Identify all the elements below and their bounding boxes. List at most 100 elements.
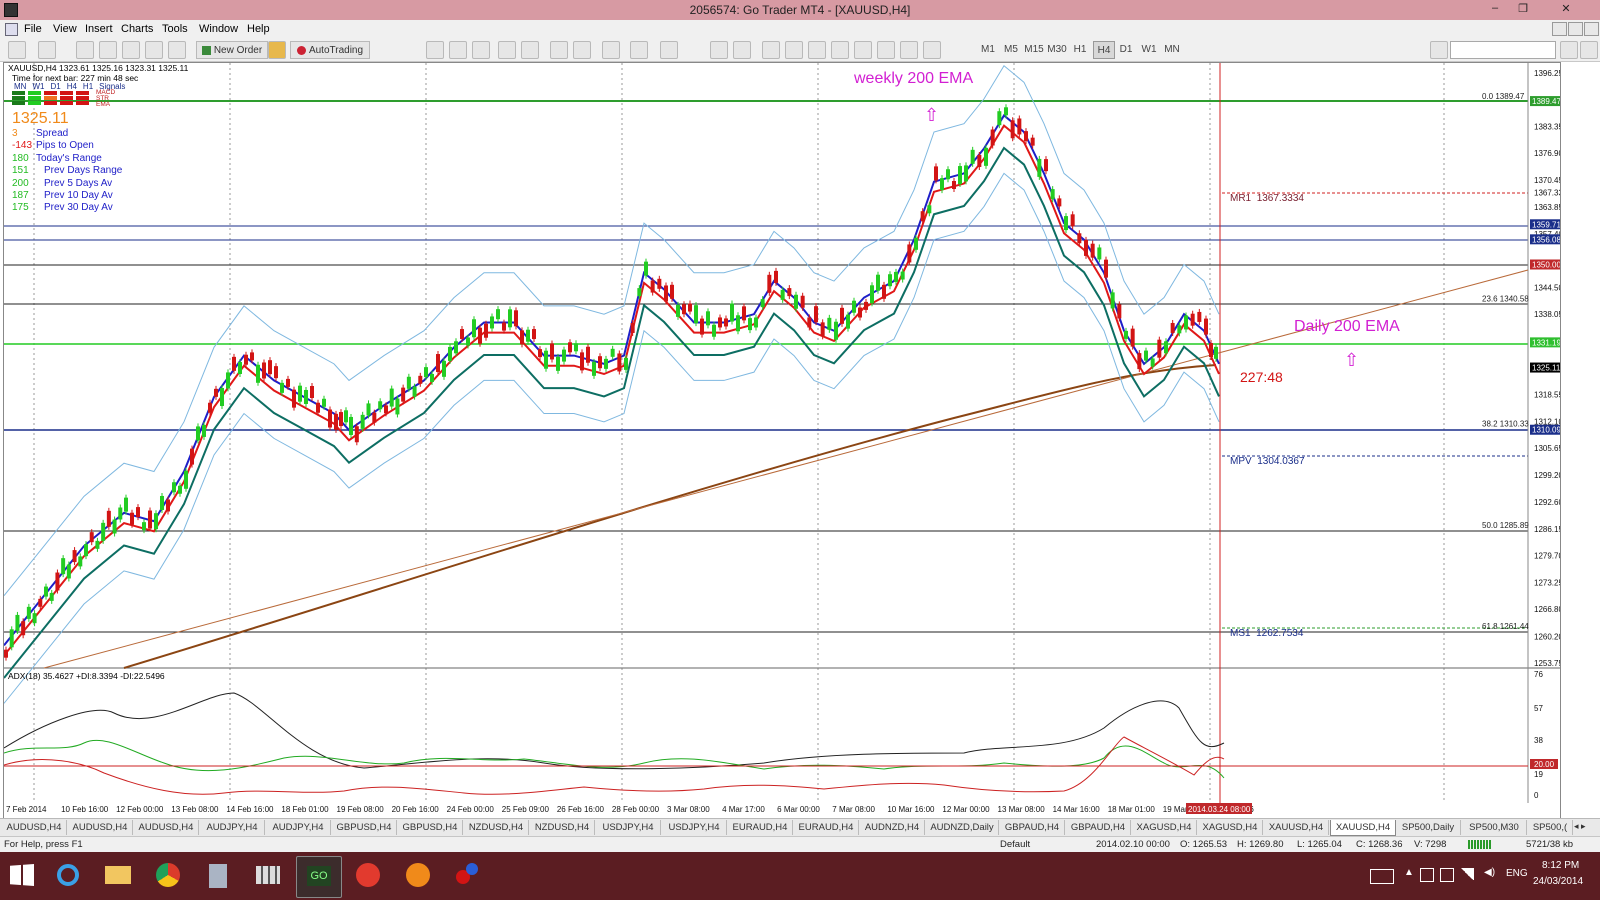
- tf-h4[interactable]: H4: [1093, 41, 1115, 59]
- chart-tab[interactable]: AUDJPY,H4: [200, 820, 265, 835]
- red-blue-app-icon[interactable]: [446, 856, 490, 896]
- data-window-icon[interactable]: [99, 41, 117, 59]
- chart-tab[interactable]: AUDUSD,H4: [2, 820, 67, 835]
- metatrader-task-icon[interactable]: GO: [296, 856, 342, 898]
- explorer-folder-icon[interactable]: [96, 856, 140, 896]
- tray-expand-icon[interactable]: ▲: [1404, 867, 1414, 878]
- chart-tab[interactable]: AUDNZD,Daily: [926, 820, 999, 835]
- chart-tab[interactable]: GBPAUD,H4: [1000, 820, 1065, 835]
- orange-app-icon[interactable]: [396, 856, 440, 896]
- maximize-button[interactable]: ❐: [1512, 2, 1534, 17]
- mdi-close-button[interactable]: [1584, 22, 1599, 36]
- minimize-button[interactable]: –: [1484, 2, 1506, 17]
- ie-icon[interactable]: [46, 856, 90, 896]
- chart-tab[interactable]: AUDUSD,H4: [68, 820, 133, 835]
- vertical-line-icon[interactable]: [762, 41, 780, 59]
- tray-clock-date[interactable]: 24/03/2014: [1533, 876, 1583, 887]
- new-order-button[interactable]: New Order: [196, 41, 268, 59]
- tf-m5[interactable]: M5: [1001, 41, 1021, 57]
- options-gear-icon[interactable]: [1430, 41, 1448, 59]
- periods-icon[interactable]: [630, 41, 648, 59]
- templates-icon[interactable]: [660, 41, 678, 59]
- cursor-icon[interactable]: [710, 41, 728, 59]
- chart-tab[interactable]: AUDJPY,H4: [266, 820, 331, 835]
- chart-tab[interactable]: USDJPY,H4: [596, 820, 661, 835]
- chart-tab[interactable]: XAGUSD,H4: [1132, 820, 1197, 835]
- new-chart-icon[interactable]: [8, 41, 26, 59]
- tray-volume-icon[interactable]: ◀): [1484, 867, 1495, 878]
- tf-w1[interactable]: W1: [1139, 41, 1159, 57]
- close-button[interactable]: ✕: [1538, 2, 1594, 17]
- chart-tab[interactable]: EURAUD,H4: [728, 820, 793, 835]
- text-icon[interactable]: [877, 41, 895, 59]
- app-grid-icon[interactable]: [246, 856, 290, 896]
- chart-tab[interactable]: GBPAUD,H4: [1066, 820, 1131, 835]
- tray-network-icon[interactable]: [1420, 868, 1434, 882]
- chart-tab[interactable]: NZDUSD,H4: [530, 820, 595, 835]
- trendline-icon[interactable]: [808, 41, 826, 59]
- trading-app-icon[interactable]: [346, 856, 390, 896]
- text-label-icon[interactable]: [900, 41, 918, 59]
- autotrading-button[interactable]: AutoTrading: [290, 41, 370, 59]
- tab-scroll-arrows-icon[interactable]: ◂ ▸: [1574, 821, 1586, 832]
- chart-tab[interactable]: XAUUSD,H4: [1264, 820, 1329, 835]
- zoom-out-icon[interactable]: [521, 41, 539, 59]
- tf-m15[interactable]: M15: [1024, 41, 1044, 57]
- mdi-restore-button[interactable]: [1568, 22, 1583, 36]
- price-chart[interactable]: 1396.25 1389.47 1383.35 1376.90 1370.45 1367.…: [4, 63, 1560, 819]
- chart-tab[interactable]: XAGUSD,H4: [1198, 820, 1263, 835]
- chart-tab[interactable]: AUDNZD,H4: [860, 820, 925, 835]
- tf-m1[interactable]: M1: [978, 41, 998, 57]
- chart-tab[interactable]: SP500,M30: [1462, 820, 1527, 835]
- menu-window[interactable]: Window: [199, 23, 238, 35]
- search-icon[interactable]: [1560, 41, 1578, 59]
- bar-chart-icon[interactable]: [426, 41, 444, 59]
- menu-insert[interactable]: Insert: [85, 23, 113, 35]
- chart-shift-icon[interactable]: [573, 41, 591, 59]
- start-windows-icon[interactable]: [10, 864, 34, 886]
- chart-tab[interactable]: AUDUSD,H4: [134, 820, 199, 835]
- calculator-icon[interactable]: [196, 856, 240, 896]
- tf-h1[interactable]: H1: [1070, 41, 1090, 57]
- tf-mn[interactable]: MN: [1162, 41, 1182, 57]
- chart-tab[interactable]: SP500,Daily: [1396, 820, 1461, 835]
- tray-signal-icon[interactable]: [1460, 868, 1474, 880]
- profiles-icon[interactable]: [38, 41, 56, 59]
- equidistant-channel-icon[interactable]: [831, 41, 849, 59]
- tray-flag-icon[interactable]: [1440, 868, 1454, 882]
- community-icon[interactable]: [1580, 41, 1598, 59]
- chart-tab[interactable]: XAUUSD,H4: [1330, 820, 1396, 836]
- keyboard-icon[interactable]: [1370, 869, 1394, 884]
- zoom-in-icon[interactable]: [498, 41, 516, 59]
- arrows-icon[interactable]: [923, 41, 941, 59]
- menu-help[interactable]: Help: [247, 23, 270, 35]
- menu-file[interactable]: File: [24, 23, 42, 35]
- candlestick-icon[interactable]: [449, 41, 467, 59]
- mdi-minimize-button[interactable]: [1552, 22, 1567, 36]
- chart-window[interactable]: 1396.25 1389.47 1383.35 1376.90 1370.45 1367.…: [3, 62, 1561, 820]
- menu-tools[interactable]: Tools: [162, 23, 188, 35]
- line-chart-icon[interactable]: [472, 41, 490, 59]
- strategy-tester-icon[interactable]: [168, 41, 186, 59]
- chart-tab[interactable]: EURAUD,H4: [794, 820, 859, 835]
- symbol-search-input[interactable]: [1450, 41, 1556, 59]
- fibonacci-icon[interactable]: [854, 41, 872, 59]
- crosshair-icon[interactable]: [733, 41, 751, 59]
- auto-scroll-icon[interactable]: [550, 41, 568, 59]
- market-watch-icon[interactable]: [76, 41, 94, 59]
- tray-language[interactable]: ENG: [1506, 868, 1528, 879]
- menu-charts[interactable]: Charts: [121, 23, 153, 35]
- chart-tab[interactable]: USDJPY,H4: [662, 820, 727, 835]
- chart-tab[interactable]: NZDUSD,H4: [464, 820, 529, 835]
- indicators-icon[interactable]: [602, 41, 620, 59]
- chrome-icon[interactable]: [146, 856, 190, 896]
- meta-editor-icon[interactable]: [268, 41, 286, 59]
- tray-clock-time[interactable]: 8:12 PM: [1542, 860, 1579, 871]
- chart-tab[interactable]: GBPUSD,H4: [332, 820, 397, 835]
- chart-tab[interactable]: GBPUSD,H4: [398, 820, 463, 835]
- terminal-icon[interactable]: [145, 41, 163, 59]
- horizontal-line-icon[interactable]: [785, 41, 803, 59]
- tf-m30[interactable]: M30: [1047, 41, 1067, 57]
- tf-d1[interactable]: D1: [1116, 41, 1136, 57]
- menu-view[interactable]: View: [53, 23, 77, 35]
